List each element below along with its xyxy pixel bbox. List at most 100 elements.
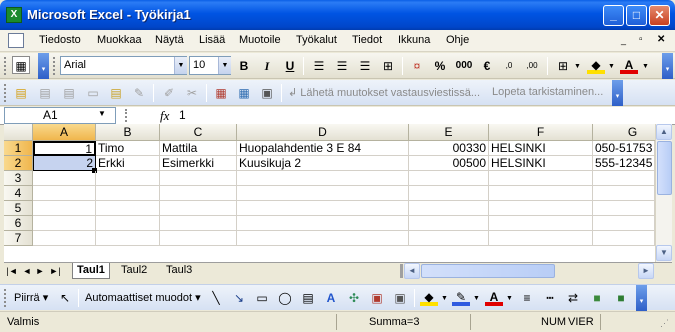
doc-close-button[interactable]: ✕ xyxy=(657,34,665,45)
menu-view[interactable]: Näytä xyxy=(155,34,184,46)
column-header-g[interactable]: G xyxy=(593,124,655,141)
first-sheet-icon[interactable]: |◄ xyxy=(6,264,18,278)
arrow-style-icon[interactable]: ⇄ xyxy=(564,289,582,307)
select-all-corner[interactable] xyxy=(4,124,33,141)
cell-e1[interactable]: 00330 xyxy=(409,141,489,156)
autoshapes-menu-button[interactable]: Automaattiset muodot ▾ xyxy=(85,291,201,304)
cell-empty[interactable] xyxy=(33,216,96,231)
column-header-d[interactable]: D xyxy=(237,124,409,141)
cell-empty[interactable] xyxy=(237,171,409,186)
menu-insert[interactable]: Lisää xyxy=(199,34,225,46)
cell-empty[interactable] xyxy=(409,186,489,201)
menu-edit[interactable]: Muokkaa xyxy=(97,34,142,46)
toolbar-options-icon[interactable]: ▦ xyxy=(12,56,30,74)
cell-empty[interactable] xyxy=(409,201,489,216)
menu-window[interactable]: Ikkuna xyxy=(398,34,430,46)
font-color-icon[interactable]: A xyxy=(620,56,638,74)
row-header-6[interactable]: 6 xyxy=(4,216,33,231)
insert-function-icon[interactable]: fx xyxy=(160,108,169,124)
cell-empty[interactable] xyxy=(489,231,593,246)
cell-empty[interactable] xyxy=(160,216,237,231)
chevron-down-icon[interactable]: ▼ xyxy=(473,295,480,302)
column-header-c[interactable]: C xyxy=(160,124,237,141)
arrow-icon[interactable]: ↘ xyxy=(230,289,248,307)
cell-empty[interactable] xyxy=(96,231,160,246)
line-style-icon[interactable]: ≡ xyxy=(518,289,536,307)
cell-empty[interactable] xyxy=(489,216,593,231)
toolbar-grip[interactable] xyxy=(4,289,7,307)
row-header-4[interactable]: 4 xyxy=(4,186,33,201)
delete-comment-icon[interactable]: ✎ xyxy=(130,84,148,102)
increase-decimal-icon[interactable]: ,0 xyxy=(500,57,518,75)
cell-empty[interactable] xyxy=(96,186,160,201)
cell-empty[interactable] xyxy=(593,171,655,186)
protect-sheet-icon[interactable]: ▦ xyxy=(235,84,253,102)
row-header-1[interactable]: 1 xyxy=(4,141,33,156)
cell-empty[interactable] xyxy=(33,231,96,246)
show-all-comments-icon[interactable]: ▤ xyxy=(107,84,125,102)
row-header-7[interactable]: 7 xyxy=(4,231,33,246)
chevron-down-icon[interactable]: ▼ xyxy=(574,63,581,70)
cell-g1[interactable]: 050-51753 xyxy=(593,141,655,156)
column-header-a[interactable]: A xyxy=(33,124,96,141)
cell-empty[interactable] xyxy=(33,201,96,216)
formula-input[interactable]: 1 xyxy=(179,108,186,122)
thousands-button[interactable]: 000 xyxy=(453,57,475,75)
oval-icon[interactable]: ◯ xyxy=(276,289,294,307)
insert-picture-icon[interactable]: ▣ xyxy=(391,289,409,307)
cell-e2[interactable]: 00500 xyxy=(409,156,489,171)
decrease-decimal-icon[interactable]: ,00 xyxy=(523,57,541,75)
align-center-icon[interactable]: ☰ xyxy=(333,57,351,75)
sheet-tab-taul3[interactable]: Taul3 xyxy=(162,263,196,279)
toolbar-overflow-button[interactable]: ▾ xyxy=(38,53,49,79)
italic-button[interactable]: I xyxy=(258,57,276,75)
toolbar-grip[interactable] xyxy=(4,84,7,102)
minimize-button[interactable]: _ xyxy=(603,5,624,26)
last-sheet-icon[interactable]: ►| xyxy=(49,264,61,278)
row-header-2[interactable]: 2 xyxy=(4,156,33,171)
ink-icon[interactable]: ✐ xyxy=(160,84,178,102)
menu-file[interactable]: Tiedosto xyxy=(39,34,81,46)
chevron-down-icon[interactable]: ▼ xyxy=(218,57,231,74)
cell-empty[interactable] xyxy=(160,171,237,186)
cell-c1[interactable]: Mattila xyxy=(160,141,237,156)
column-header-b[interactable]: B xyxy=(96,124,160,141)
chevron-down-icon[interactable]: ▼ xyxy=(608,63,615,70)
track-changes-icon[interactable]: ▦ xyxy=(212,84,230,102)
cell-empty[interactable] xyxy=(96,201,160,216)
currency-style-icon[interactable]: ¤ xyxy=(408,57,426,75)
toolbar-overflow-button[interactable]: ▾ xyxy=(612,80,623,106)
maximize-button[interactable]: □ xyxy=(626,5,647,26)
menu-tools[interactable]: Työkalut xyxy=(296,34,337,46)
cell-empty[interactable] xyxy=(96,171,160,186)
doc-minimize-button[interactable]: _ xyxy=(621,35,626,45)
cell-d2[interactable]: Kuusikuja 2 xyxy=(237,156,409,171)
toolbar-grip[interactable] xyxy=(4,57,7,75)
cell-empty[interactable] xyxy=(237,216,409,231)
reply-with-changes-button[interactable]: ↲ Lähetä muutokset vastausviestissä... xyxy=(288,86,480,99)
cell-empty[interactable] xyxy=(593,216,655,231)
select-objects-icon[interactable]: ↖ xyxy=(56,289,74,307)
cell-g2[interactable]: 555-12345 xyxy=(593,156,655,171)
shadow-style-icon[interactable]: ■ xyxy=(588,289,606,307)
percent-button[interactable]: % xyxy=(431,57,449,75)
cell-empty[interactable] xyxy=(237,201,409,216)
cell-empty[interactable] xyxy=(33,186,96,201)
line-icon[interactable]: ╲ xyxy=(207,289,225,307)
tab-split-handle[interactable] xyxy=(400,264,403,278)
horizontal-scroll-thumb[interactable] xyxy=(421,264,555,278)
cell-c2[interactable]: Esimerkki xyxy=(160,156,237,171)
menu-help[interactable]: Ohje xyxy=(446,34,469,46)
cell-b1[interactable]: Timo xyxy=(96,141,160,156)
chevron-down-icon[interactable]: ▼ xyxy=(441,295,448,302)
toolbar-overflow-button[interactable]: ▾ xyxy=(636,285,647,311)
underline-button[interactable]: U xyxy=(281,57,299,75)
excel-icon[interactable]: X xyxy=(6,7,22,23)
close-button[interactable]: ✕ xyxy=(649,5,670,26)
cell-empty[interactable] xyxy=(237,231,409,246)
cell-empty[interactable] xyxy=(489,201,593,216)
previous-sheet-icon[interactable]: ◄ xyxy=(21,264,33,278)
cell-empty[interactable] xyxy=(489,171,593,186)
align-left-icon[interactable]: ☰ xyxy=(310,57,328,75)
cell-empty[interactable] xyxy=(237,186,409,201)
